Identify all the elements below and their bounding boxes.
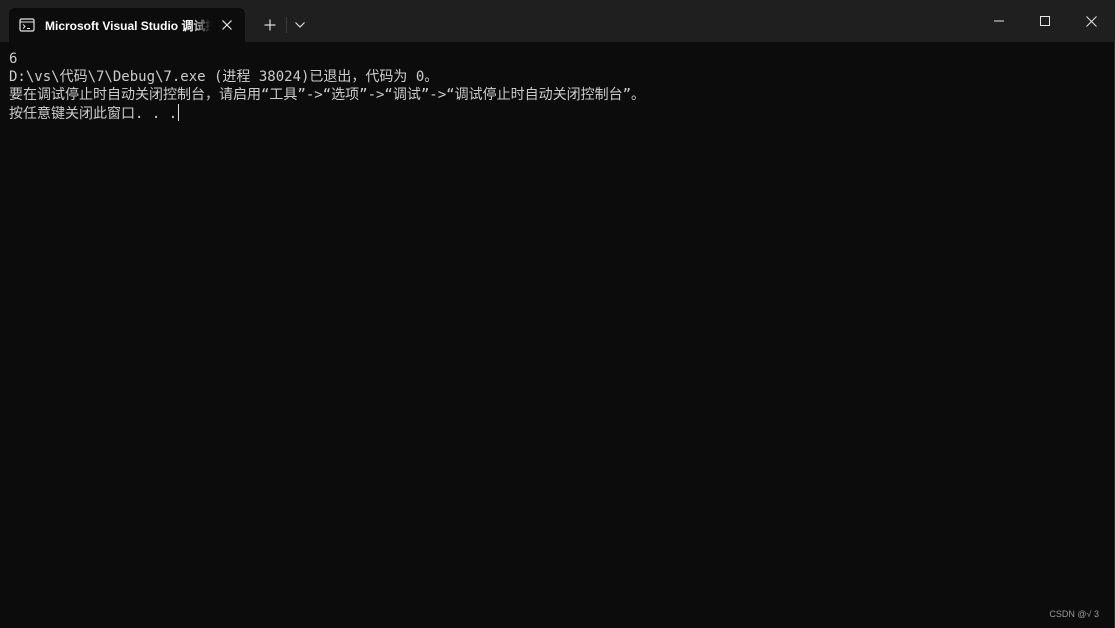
watermark: CSDN @√ 3 (1049, 609, 1099, 619)
terminal-window: Microsoft Visual Studio 调试控制台 (0, 0, 1115, 628)
title-bar[interactable]: Microsoft Visual Studio 调试控制台 (0, 0, 1115, 42)
console-line-hint: 要在调试停止时自动关闭控制台，请启用“工具”->“选项”->“调试”->“调试停… (9, 87, 645, 103)
new-tab-button[interactable] (259, 14, 281, 36)
maximize-button[interactable] (1022, 0, 1068, 42)
tab-title: Microsoft Visual Studio 调试控制台 (45, 18, 211, 33)
maximize-icon (1040, 16, 1050, 26)
console-line-prompt: 按任意键关闭此窗口. . . (9, 104, 1107, 122)
text-cursor (178, 104, 180, 121)
profile-dropdown-button[interactable] (290, 14, 310, 36)
close-window-button[interactable] (1068, 0, 1114, 42)
close-tab-button[interactable] (217, 15, 237, 35)
console-line-output: 6 (9, 51, 18, 67)
plus-icon (264, 19, 276, 31)
minimize-button[interactable] (976, 0, 1022, 42)
prompt-text: 按任意键关闭此窗口. . . (9, 106, 178, 122)
console-icon (19, 17, 35, 33)
minimize-icon (994, 20, 1004, 22)
chevron-down-icon (295, 22, 305, 28)
console-line-exit-status: D:\vs\代码\7\Debug\7.exe (进程 38024)已退出，代码为… (9, 69, 439, 85)
tab-debug-console[interactable]: Microsoft Visual Studio 调试控制台 (9, 8, 245, 42)
tab-separator (286, 17, 287, 33)
close-icon (222, 20, 232, 30)
close-icon (1085, 15, 1097, 27)
console-output[interactable]: 6 D:\vs\代码\7\Debug\7.exe (进程 38024)已退出，代… (9, 50, 1107, 122)
